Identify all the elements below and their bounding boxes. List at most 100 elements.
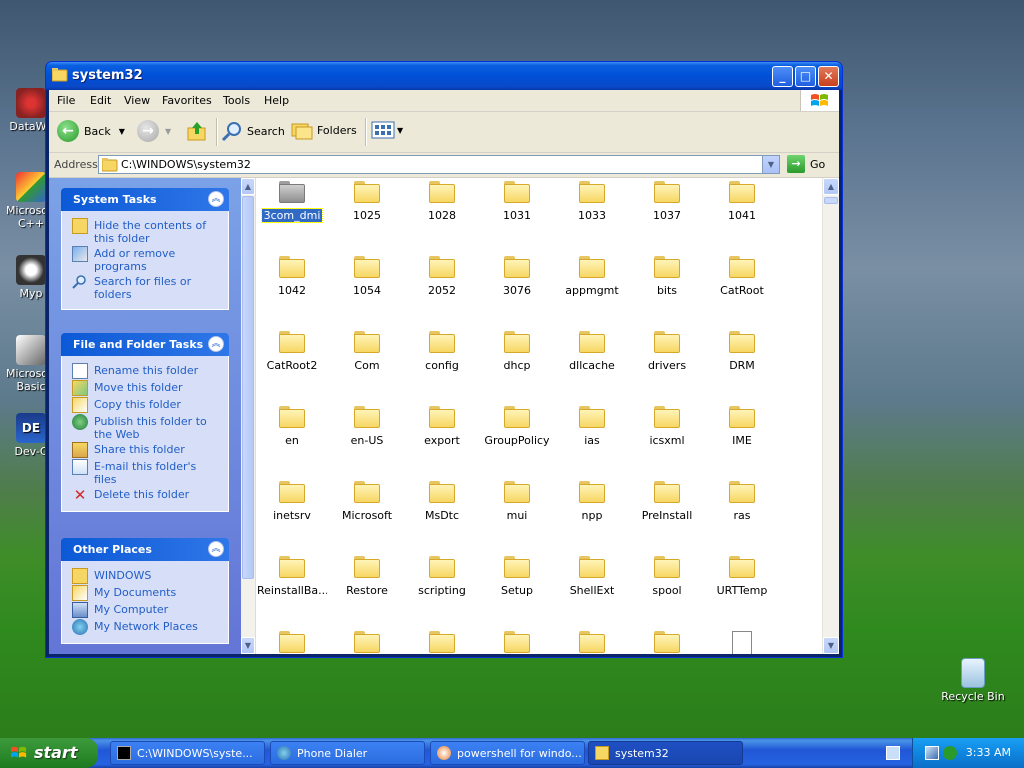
folder-item[interactable]: Setup: [482, 556, 552, 597]
folder-item[interactable]: CatRoot2: [257, 331, 327, 372]
taskbar-button-powershell[interactable]: powershell for windo...: [430, 741, 585, 765]
scroll-up-button[interactable]: ▲: [823, 178, 839, 195]
network-tray-icon[interactable]: [925, 746, 939, 760]
folder-item[interactable]: 3076: [482, 256, 552, 297]
place-my-computer[interactable]: My Computer: [72, 602, 220, 618]
address-input[interactable]: C:\WINDOWS\system32 ▼: [98, 155, 780, 174]
task-hide-contents[interactable]: Hide the contents of this folder: [72, 218, 220, 245]
folder-item[interactable]: Microsoft: [332, 481, 402, 522]
scroll-down-button[interactable]: ▼: [241, 637, 255, 654]
collapse-icon[interactable]: ︽: [208, 541, 224, 557]
folder-item[interactable]: GroupPolicy: [482, 406, 552, 447]
scroll-down-button[interactable]: ▼: [823, 637, 839, 654]
folder-item[interactable]: ShellExt: [557, 556, 627, 597]
desktop-icon-recycle-bin[interactable]: Recycle Bin: [938, 658, 1008, 703]
folder-item[interactable]: appmgmt: [557, 256, 627, 297]
task-email-files[interactable]: E-mail this folder's files: [72, 459, 220, 486]
scroll-thumb[interactable]: [242, 196, 254, 579]
folder-item[interactable]: Com: [332, 331, 402, 372]
folder-item[interactable]: en: [257, 406, 327, 447]
taskbar-button-cmd[interactable]: C:\WINDOWS\syste...: [110, 741, 265, 765]
folder-item[interactable]: 1028: [407, 181, 477, 222]
folder-item[interactable]: inetsrv: [257, 481, 327, 522]
task-search-files[interactable]: Search for files or folders: [72, 275, 220, 301]
collapse-icon[interactable]: ︽: [208, 191, 224, 207]
folder-item[interactable]: 1054: [332, 256, 402, 297]
task-move-folder[interactable]: Move this folder: [72, 380, 220, 396]
folder-item[interactable]: 1041: [707, 181, 777, 222]
folder-item[interactable]: ias: [557, 406, 627, 447]
panel-header[interactable]: System Tasks ︽: [61, 188, 229, 211]
folders-button[interactable]: Folders: [291, 120, 357, 140]
document-item[interactable]: [707, 631, 777, 654]
search-button[interactable]: Search: [221, 120, 285, 142]
folder-item[interactable]: icsxml: [632, 406, 702, 447]
menu-edit[interactable]: Edit: [90, 94, 111, 107]
folder-item[interactable]: IME: [707, 406, 777, 447]
panel-header[interactable]: Other Places ︽: [61, 538, 229, 561]
maximize-button[interactable]: □: [795, 66, 816, 87]
folder-item[interactable]: mui: [482, 481, 552, 522]
folder-item[interactable]: URTTemp: [707, 556, 777, 597]
folder-item[interactable]: spool: [632, 556, 702, 597]
task-share-folder[interactable]: Share this folder: [72, 442, 220, 458]
minimize-button[interactable]: _: [772, 66, 793, 87]
folder-item[interactable]: MsDtc: [407, 481, 477, 522]
keyboard-icon[interactable]: [886, 746, 900, 760]
collapse-icon[interactable]: ︽: [208, 336, 224, 352]
place-my-network[interactable]: My Network Places: [72, 619, 220, 635]
task-rename-folder[interactable]: Rename this folder: [72, 363, 220, 379]
folder-item[interactable]: 1025: [332, 181, 402, 222]
file-list-scrollbar[interactable]: ▲ ▼: [822, 178, 839, 654]
folder-item[interactable]: [257, 631, 327, 653]
folder-item[interactable]: 3com_dmi: [257, 181, 327, 225]
folder-item[interactable]: bits: [632, 256, 702, 297]
folder-item[interactable]: [482, 631, 552, 653]
title-bar[interactable]: system32 _ □ ✕: [46, 62, 842, 90]
folder-item[interactable]: ReinstallBa...: [257, 556, 327, 597]
folder-item[interactable]: dhcp: [482, 331, 552, 372]
folder-item[interactable]: [407, 631, 477, 653]
folder-item[interactable]: [332, 631, 402, 653]
scroll-thumb[interactable]: [824, 197, 838, 204]
folder-item[interactable]: DRM: [707, 331, 777, 372]
folder-item[interactable]: ras: [707, 481, 777, 522]
address-dropdown-button[interactable]: ▼: [762, 156, 779, 173]
views-button[interactable]: ▼: [371, 120, 403, 140]
forward-button[interactable]: → ▼: [137, 120, 171, 142]
scroll-up-button[interactable]: ▲: [241, 178, 255, 195]
panel-header[interactable]: File and Folder Tasks ︽: [61, 333, 229, 356]
menu-tools[interactable]: Tools: [223, 94, 250, 107]
menu-view[interactable]: View: [124, 94, 150, 107]
go-button[interactable]: → Go: [787, 155, 825, 173]
folder-item[interactable]: 1042: [257, 256, 327, 297]
task-copy-folder[interactable]: Copy this folder: [72, 397, 220, 413]
menu-file[interactable]: File: [57, 94, 75, 107]
task-delete-folder[interactable]: ✕ Delete this folder: [72, 487, 220, 503]
folder-item[interactable]: PreInstall: [632, 481, 702, 522]
taskbar-button-phone-dialer[interactable]: Phone Dialer: [270, 741, 425, 765]
folder-item[interactable]: npp: [557, 481, 627, 522]
folder-item[interactable]: en-US: [332, 406, 402, 447]
menu-favorites[interactable]: Favorites: [162, 94, 212, 107]
folder-item[interactable]: [632, 631, 702, 653]
folder-item[interactable]: [557, 631, 627, 653]
close-button[interactable]: ✕: [818, 66, 839, 87]
folder-item[interactable]: 1037: [632, 181, 702, 222]
folder-item[interactable]: Restore: [332, 556, 402, 597]
task-add-remove-programs[interactable]: Add or remove programs: [72, 246, 220, 273]
task-publish-web[interactable]: Publish this folder to the Web: [72, 414, 220, 441]
menu-help[interactable]: Help: [264, 94, 289, 107]
folder-item[interactable]: CatRoot: [707, 256, 777, 297]
back-button[interactable]: ← Back ▼: [57, 120, 125, 142]
folder-item[interactable]: 1033: [557, 181, 627, 222]
folder-item[interactable]: config: [407, 331, 477, 372]
folder-item[interactable]: drivers: [632, 331, 702, 372]
folder-item[interactable]: export: [407, 406, 477, 447]
phone-tray-icon[interactable]: [943, 746, 957, 760]
up-folder-button[interactable]: [186, 120, 208, 142]
taskbar-button-system32[interactable]: system32: [588, 741, 743, 765]
place-my-documents[interactable]: My Documents: [72, 585, 220, 601]
place-windows[interactable]: WINDOWS: [72, 568, 220, 584]
folder-item[interactable]: 2052: [407, 256, 477, 297]
